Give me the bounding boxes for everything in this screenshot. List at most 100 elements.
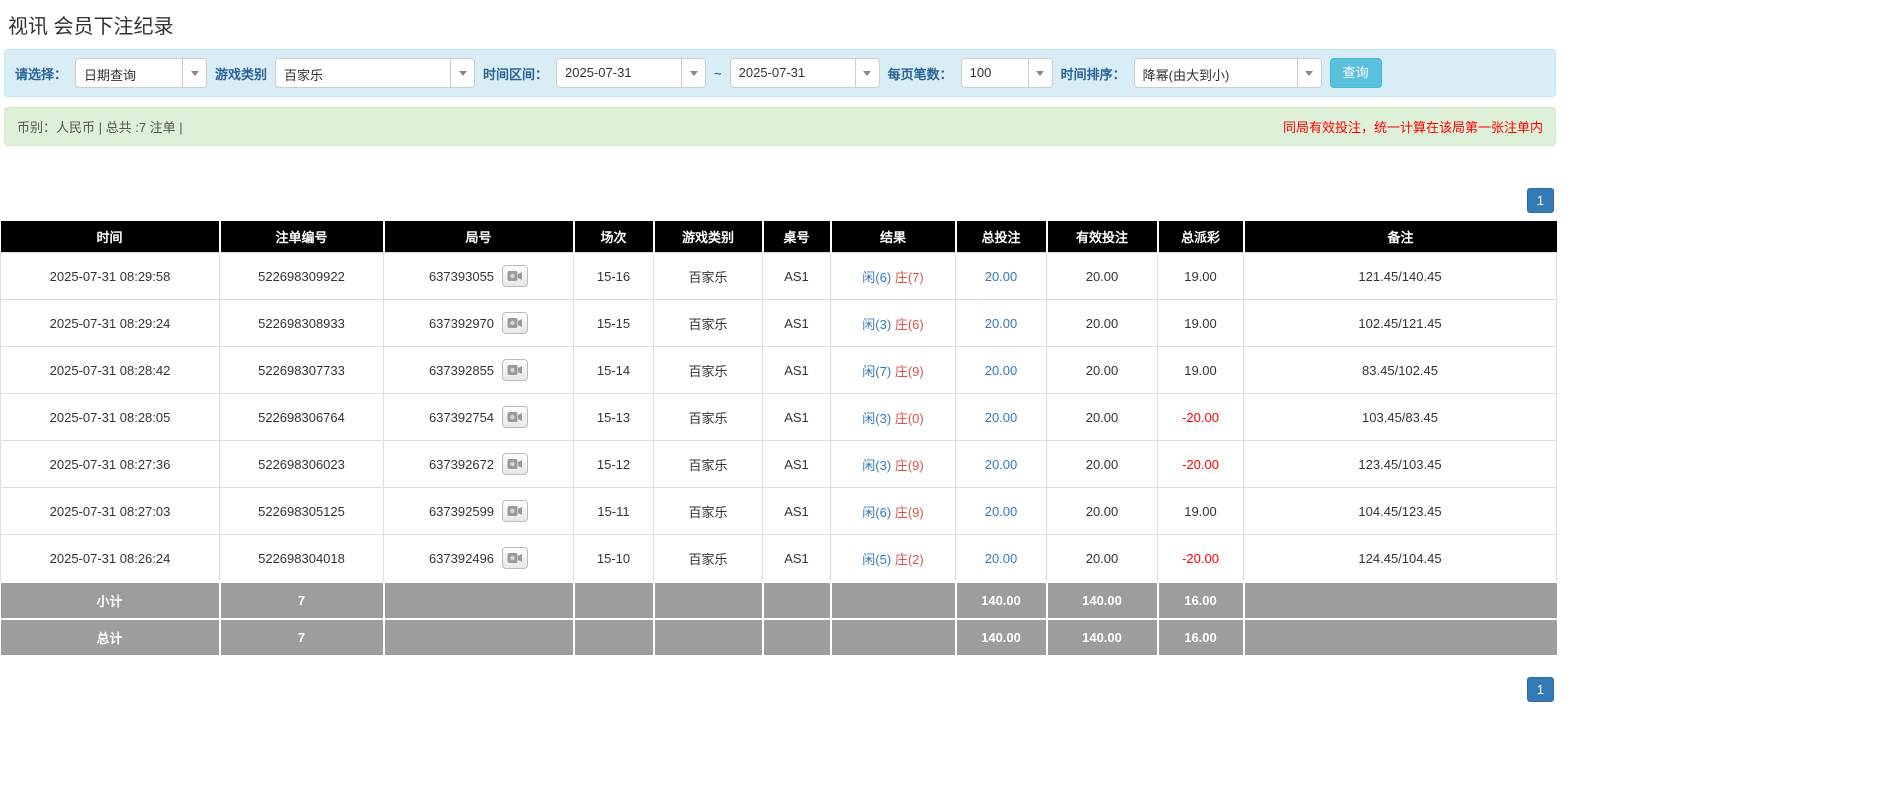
result-cell: 闲(5) 庄(2)	[830, 534, 956, 583]
round-no-value: 637393055	[428, 268, 495, 284]
video-camera-icon	[507, 365, 523, 375]
table-row: 2025-07-31 08:28:05 522698306764 6373927…	[0, 393, 1557, 441]
payout-cell: 19.00	[1157, 346, 1244, 394]
player-result: 闲(3)	[862, 457, 892, 473]
date-range-label: 时间区间：	[483, 66, 549, 82]
note-cell: 102.45/121.45	[1243, 299, 1557, 347]
page-1-button[interactable]: 1	[1526, 188, 1554, 213]
round-no-cell: 637392970	[383, 299, 574, 347]
player-result: 闲(6)	[862, 269, 892, 285]
total-bet-link[interactable]: 20.00	[985, 551, 1018, 566]
date-range-tilde: ~	[714, 65, 722, 81]
session-cell: 15-11	[573, 487, 654, 535]
time-cell: 2025-07-31 08:26:24	[0, 534, 220, 583]
pagination-bottom: 1	[0, 677, 1560, 702]
table-header-row: 时间 注单编号 局号 场次 游戏类别 桌号 结果 总投注 有效投注 总派彩 备注	[0, 221, 1557, 253]
result-cell: 闲(3) 庄(0)	[830, 393, 956, 441]
chevron-down-icon	[1027, 59, 1052, 87]
sort-order-select[interactable]: 降幂(由大到小)	[1133, 58, 1322, 88]
total-row: 总计 7 140.00 140.00 16.00	[0, 618, 1557, 657]
total-bet-link[interactable]: 20.00	[985, 269, 1018, 284]
session-cell: 15-12	[573, 440, 654, 488]
bet-records-table: 时间 注单编号 局号 场次 游戏类别 桌号 结果 总投注 有效投注 总派彩 备注…	[0, 221, 1557, 657]
sort-order-value: 降幂(由大到小)	[1142, 68, 1230, 83]
game-type-value: 百家乐	[284, 68, 324, 83]
total-bet-link[interactable]: 20.00	[985, 410, 1018, 425]
video-replay-button[interactable]	[502, 312, 529, 334]
page-size-select[interactable]: 100	[960, 58, 1053, 88]
table-no-cell: AS1	[762, 252, 831, 300]
total-bet-cell: 20.00	[955, 346, 1047, 394]
sort-order-label: 时间排序：	[1060, 66, 1126, 82]
total-bet-link[interactable]: 20.00	[985, 457, 1018, 472]
date-from-select[interactable]: 2025-07-31	[556, 58, 707, 88]
header-session: 场次	[573, 221, 655, 253]
session-cell: 15-13	[573, 393, 654, 441]
page-size-value: 100	[969, 65, 992, 80]
video-camera-icon	[507, 318, 523, 328]
subtotal-valid-bet: 140.00	[1046, 581, 1159, 620]
payout-cell: 19.00	[1157, 252, 1244, 300]
date-to-select[interactable]: 2025-07-31	[729, 58, 880, 88]
result-cell: 闲(6) 庄(7)	[830, 252, 956, 300]
video-replay-button[interactable]	[502, 453, 529, 475]
total-count: 7	[219, 618, 385, 657]
time-cell: 2025-07-31 08:28:05	[0, 393, 220, 441]
video-camera-icon	[507, 271, 523, 281]
round-no-value: 637392496	[428, 550, 495, 566]
banker-result: 庄(6)	[894, 316, 924, 332]
valid-bet-cell: 20.00	[1046, 393, 1158, 441]
video-replay-button[interactable]	[502, 406, 529, 428]
valid-bet-cell: 20.00	[1046, 487, 1158, 535]
game-type-cell: 百家乐	[653, 393, 763, 441]
video-replay-button[interactable]	[502, 265, 529, 287]
bet-no-cell: 522698306764	[219, 393, 384, 441]
video-camera-icon	[507, 459, 523, 469]
total-bet-link[interactable]: 20.00	[985, 316, 1018, 331]
table-row: 2025-07-31 08:27:03 522698305125 6373925…	[0, 487, 1557, 535]
page-1-button[interactable]: 1	[1526, 677, 1554, 702]
page-size-label: 每页笔数：	[887, 66, 953, 82]
player-result: 闲(3)	[862, 316, 892, 332]
video-replay-button[interactable]	[502, 500, 529, 522]
page-title: 视讯 会员下注纪录	[8, 16, 174, 38]
round-no-cell: 637392672	[383, 440, 574, 488]
date-type-label: 请选择：	[15, 66, 68, 82]
bet-no-cell: 522698305125	[219, 487, 384, 535]
chevron-down-icon	[1296, 59, 1321, 87]
total-bet-cell: 20.00	[955, 252, 1047, 300]
date-type-select[interactable]: 日期查询	[75, 58, 208, 88]
result-cell: 闲(7) 庄(9)	[830, 346, 956, 394]
time-cell: 2025-07-31 08:29:24	[0, 299, 220, 347]
result-cell: 闲(3) 庄(6)	[830, 299, 956, 347]
banker-result: 庄(2)	[894, 551, 924, 567]
table-no-cell: AS1	[762, 487, 831, 535]
subtotal-total-bet: 140.00	[955, 581, 1048, 620]
video-replay-button[interactable]	[502, 359, 529, 381]
header-note: 备注	[1243, 221, 1557, 253]
game-type-select[interactable]: 百家乐	[275, 58, 476, 88]
total-bet-link[interactable]: 20.00	[985, 363, 1018, 378]
payout-cell: -20.00	[1157, 440, 1244, 488]
total-bet-cell: 20.00	[955, 440, 1047, 488]
bet-no-cell: 522698304018	[219, 534, 384, 583]
pagination-top: 1	[0, 188, 1560, 213]
table-no-cell: AS1	[762, 534, 831, 583]
video-replay-button[interactable]	[502, 547, 529, 569]
valid-bet-cell: 20.00	[1046, 252, 1158, 300]
note-cell: 103.45/83.45	[1243, 393, 1557, 441]
chevron-down-icon	[182, 59, 207, 87]
round-no-cell: 637392599	[383, 487, 574, 535]
bet-no-cell: 522698308933	[219, 299, 384, 347]
note-cell: 104.45/123.45	[1243, 487, 1557, 535]
player-result: 闲(5)	[862, 551, 892, 567]
round-no-value: 637392855	[428, 362, 495, 378]
search-button[interactable]: 查询	[1329, 58, 1382, 88]
note-cell: 83.45/102.45	[1243, 346, 1557, 394]
currency-total-text: 币别：人民币 | 总共 :7 注单 |	[17, 120, 183, 135]
table-no-cell: AS1	[762, 393, 831, 441]
player-result: 闲(6)	[862, 504, 892, 520]
total-bet-link[interactable]: 20.00	[985, 504, 1018, 519]
player-result: 闲(3)	[862, 410, 892, 426]
header-game-type: 游戏类别	[653, 221, 764, 253]
